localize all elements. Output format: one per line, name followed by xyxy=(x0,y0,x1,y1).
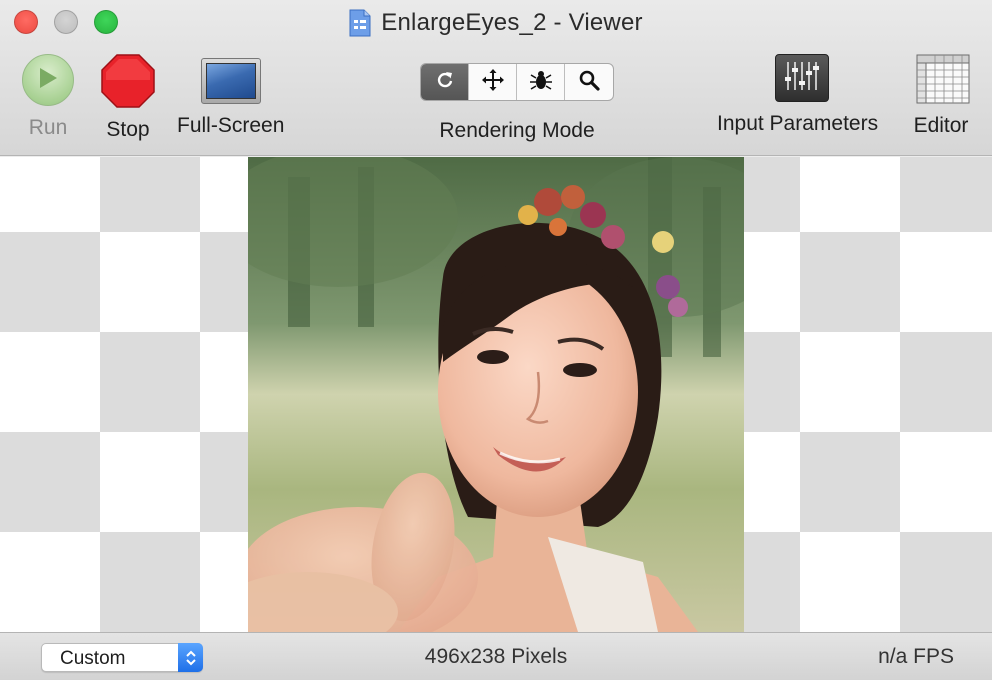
stop-tool[interactable]: Stop xyxy=(101,54,155,142)
fullscreen-button[interactable] xyxy=(200,58,261,104)
editor-tool[interactable]: Editor xyxy=(912,54,970,138)
editor-label: Editor xyxy=(913,114,969,137)
run-button[interactable] xyxy=(22,54,74,106)
stop-octagon-icon xyxy=(101,54,155,108)
display-icon xyxy=(205,63,256,99)
input-parameters-tool[interactable]: Input Parameters xyxy=(717,54,878,136)
run-label: Run xyxy=(28,116,68,139)
stop-label: Stop xyxy=(106,118,150,141)
sliders-icon xyxy=(782,59,822,98)
editor-button[interactable] xyxy=(916,54,970,104)
render-viewport[interactable] xyxy=(0,157,992,632)
play-icon xyxy=(37,66,59,95)
spreadsheet-icon xyxy=(916,54,970,104)
stop-button[interactable] xyxy=(101,54,155,108)
window-toolbar: EnlargeEyes_2 - Viewer Run Stop Full-Scr… xyxy=(0,0,992,156)
rotate-icon xyxy=(435,70,455,95)
input-parameters-button[interactable] xyxy=(774,54,829,102)
rendering-mode-segmented-control[interactable] xyxy=(420,63,614,101)
fullscreen-label: Full-Screen xyxy=(177,114,285,137)
document-icon xyxy=(349,9,371,37)
run-tool[interactable]: Run xyxy=(22,54,74,140)
input-parameters-label: Input Parameters xyxy=(717,112,879,135)
rendering-mode-rotate[interactable] xyxy=(421,64,469,100)
window-title: EnlargeEyes_2 - Viewer xyxy=(381,9,643,36)
rendering-mode-move[interactable] xyxy=(469,64,517,100)
magnifier-icon xyxy=(578,69,600,96)
rendering-mode-zoom[interactable] xyxy=(565,64,613,100)
window-title-area: EnlargeEyes_2 - Viewer xyxy=(0,6,992,40)
image-dimensions: 496x238 Pixels xyxy=(424,645,568,668)
bug-icon xyxy=(529,68,553,97)
move-icon xyxy=(481,68,505,97)
rendering-mode-label: Rendering Mode xyxy=(439,119,595,142)
rendering-mode-debug[interactable] xyxy=(517,64,565,100)
portrait-photo xyxy=(248,157,744,632)
fullscreen-tool[interactable]: Full-Screen xyxy=(177,54,284,138)
rendered-output-image xyxy=(248,157,744,632)
status-bar: Custom 496x238 Pixels n/a FPS xyxy=(0,632,992,680)
rendering-mode-tool: Rendering Mode xyxy=(420,54,614,143)
fps-readout: n/a FPS xyxy=(878,645,954,668)
